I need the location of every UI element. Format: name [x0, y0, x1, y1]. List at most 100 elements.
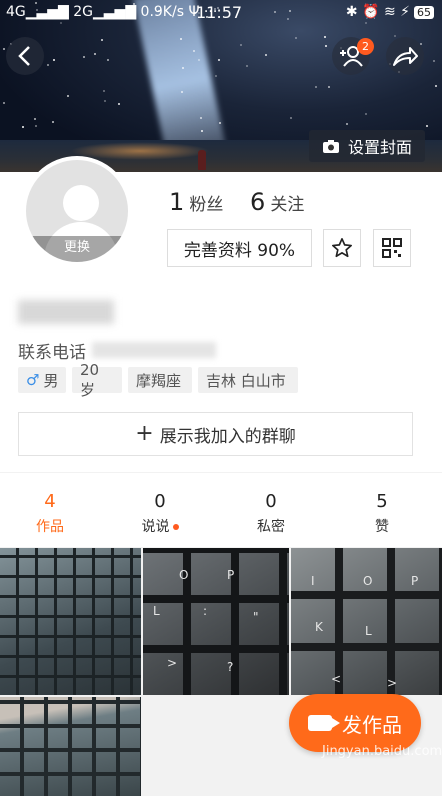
- star-dot: [435, 85, 437, 87]
- key-glyph: ": [253, 610, 259, 624]
- set-cover-button[interactable]: 设置封面: [309, 130, 425, 162]
- star-dot: [346, 123, 348, 125]
- star-dot: [201, 130, 203, 132]
- star-dot: [118, 103, 120, 105]
- key-glyph: L: [153, 604, 160, 618]
- star-dot: [218, 59, 220, 61]
- star-dot: [325, 45, 327, 47]
- location-tag: 吉林 白山市: [198, 367, 298, 393]
- star-dot: [103, 90, 105, 92]
- star-dot: [181, 91, 183, 93]
- gender-text: 男: [43, 371, 59, 390]
- star-dot: [3, 102, 5, 104]
- new-dot-indicator: [172, 524, 179, 530]
- followers-label: 粉丝: [189, 195, 224, 215]
- star-dot: [34, 118, 36, 120]
- avatar-change-label[interactable]: 更换: [26, 236, 128, 262]
- chevron-left-icon: [18, 46, 30, 66]
- star-dot: [426, 125, 428, 127]
- show-groups-button[interactable]: + 展示我加入的群聊: [18, 412, 413, 456]
- gender-tag: ♂ 男: [18, 367, 66, 393]
- private-count: 0: [265, 491, 277, 512]
- key-glyph: <: [331, 672, 342, 686]
- star-dot: [215, 75, 217, 77]
- key-glyph: :: [203, 604, 208, 618]
- tab-likes[interactable]: 5 赞: [332, 473, 432, 547]
- watermark: Jingyan.baidu.com: [322, 744, 442, 759]
- tab-private[interactable]: 0 私密: [221, 473, 321, 547]
- complete-profile-button[interactable]: 完善资料 90%: [167, 229, 312, 267]
- work-thumbnail[interactable]: [0, 697, 141, 796]
- star-dot: [104, 100, 106, 102]
- battery-icon: 65: [414, 6, 434, 19]
- show-groups-label: 展示我加入的群聊: [159, 426, 296, 447]
- works-label: 作品: [36, 519, 64, 535]
- status-bar: 4G▁▃▅▇ 2G▁▃▅▇ 0.9K/s Ψ ··· 11:57 ✱ ⏰ ≋ ⚡…: [0, 0, 442, 26]
- following-stat[interactable]: 6 关注: [250, 188, 304, 216]
- star-dot: [53, 59, 55, 61]
- likes-label: 赞: [375, 519, 389, 535]
- work-thumbnail[interactable]: I O P K L < >: [291, 548, 442, 695]
- publish-label: 发作品: [342, 712, 402, 737]
- star-dot: [52, 121, 54, 123]
- star-dot: [83, 56, 85, 58]
- tab-works[interactable]: 4 作品: [0, 473, 100, 547]
- star-dot: [365, 113, 367, 115]
- key-glyph: P: [411, 574, 419, 588]
- star-dot: [295, 37, 297, 39]
- star-dot: [433, 60, 435, 62]
- key-glyph: O: [363, 574, 373, 588]
- age-tag: 20岁: [72, 361, 122, 399]
- star-dot: [246, 65, 248, 67]
- tab-moments[interactable]: 0 说说: [110, 473, 210, 547]
- star-dot: [315, 86, 317, 88]
- set-cover-label: 设置封面: [347, 138, 412, 157]
- star-dot: [67, 95, 69, 97]
- followers-stat[interactable]: 1 粉丝: [169, 188, 223, 216]
- star-dot: [290, 117, 292, 119]
- star-dot: [324, 36, 326, 38]
- following-label: 关注: [270, 195, 305, 215]
- key-glyph: K: [315, 620, 323, 634]
- status-time: 11:57: [196, 3, 243, 22]
- person-silhouette: [198, 150, 206, 170]
- star-dot: [35, 125, 37, 127]
- star-dot: [200, 117, 202, 119]
- avatar[interactable]: 更换: [22, 156, 132, 266]
- star-dot: [180, 38, 182, 40]
- star-icon: [332, 238, 352, 258]
- share-button[interactable]: [386, 37, 424, 75]
- work-thumbnail[interactable]: O P L : " > ?: [143, 548, 289, 695]
- following-count: 6: [250, 188, 266, 216]
- plus-icon: +: [135, 421, 154, 446]
- work-thumbnail[interactable]: [0, 548, 141, 695]
- qr-code-button[interactable]: [373, 229, 411, 267]
- notification-badge: 2: [357, 38, 374, 55]
- moments-label: 说说: [141, 519, 170, 535]
- back-button[interactable]: [6, 37, 44, 75]
- signal-info: 4G▁▃▅▇ 2G▁▃▅▇ 0.9K/s Ψ ···: [6, 4, 218, 20]
- star-dot: [219, 122, 221, 124]
- star-dot: [240, 44, 242, 46]
- key-glyph: O: [179, 568, 189, 582]
- likes-count: 5: [376, 491, 388, 512]
- phone-label: 联系电话: [18, 343, 86, 363]
- star-dot: [101, 39, 103, 41]
- star-dot: [265, 54, 267, 56]
- star-dot: [22, 126, 24, 128]
- star-dot: [107, 59, 109, 61]
- phone-number-blurred: [92, 342, 216, 358]
- favorite-button[interactable]: [323, 229, 361, 267]
- private-label: 私密: [257, 519, 285, 535]
- status-icons: ✱ ⏰ ≋ ⚡ 65: [346, 4, 434, 20]
- key-glyph: P: [227, 568, 235, 582]
- qr-code-icon: [382, 238, 402, 258]
- works-count: 4: [44, 491, 56, 512]
- star-dot: [198, 59, 200, 61]
- key-glyph: >: [387, 676, 398, 690]
- star-dot: [47, 64, 49, 66]
- zodiac-tag: 摩羯座: [128, 367, 192, 393]
- nickname-blurred: [18, 300, 114, 324]
- key-glyph: >: [167, 656, 178, 670]
- key-glyph: I: [311, 574, 315, 588]
